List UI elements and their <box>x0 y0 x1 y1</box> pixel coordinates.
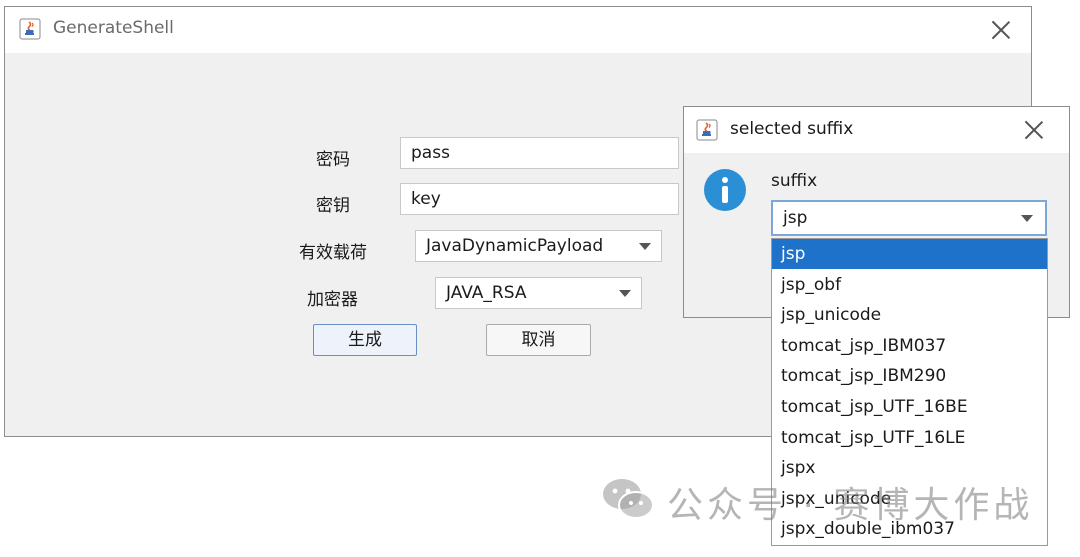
window-title: GenerateShell <box>53 18 174 38</box>
watermark-text: 公众号 · 赛博大作战 <box>667 485 1034 526</box>
java-app-icon <box>19 18 41 40</box>
close-icon[interactable] <box>991 20 1011 40</box>
close-icon[interactable] <box>1024 120 1044 140</box>
info-icon <box>704 169 746 211</box>
dialog-titlebar[interactable]: selected suffix <box>684 107 1069 153</box>
suffix-option[interactable]: tomcat_jsp_IBM290 <box>772 361 1047 391</box>
cancel-button[interactable]: 取消 <box>486 324 591 356</box>
suffix-label: suffix <box>771 171 818 191</box>
suffix-option[interactable]: tomcat_jsp_UTF_16LE <box>772 423 1047 453</box>
suffix-select[interactable]: jsp <box>771 200 1047 236</box>
generate-button[interactable]: 生成 <box>313 324 417 356</box>
payload-label: 有效载荷 <box>299 243 367 263</box>
suffix-option[interactable]: tomcat_jsp_UTF_16BE <box>772 392 1047 422</box>
suffix-select-value: jsp <box>783 208 808 228</box>
password-input[interactable] <box>400 137 679 169</box>
main-titlebar[interactable]: GenerateShell <box>5 7 1031 53</box>
suffix-option[interactable]: jsp_obf <box>772 270 1047 300</box>
key-input[interactable] <box>400 183 679 215</box>
suffix-option[interactable]: tomcat_jsp_IBM037 <box>772 331 1047 361</box>
payload-select-value: JavaDynamicPayload <box>426 236 604 256</box>
chevron-down-icon[interactable] <box>619 290 631 297</box>
payload-select[interactable]: JavaDynamicPayload <box>415 230 662 262</box>
cryption-select-value: JAVA_RSA <box>446 283 527 303</box>
dialog-title: selected suffix <box>730 119 854 139</box>
key-label: 密钥 <box>316 196 350 216</box>
chevron-down-icon[interactable] <box>639 243 651 250</box>
suffix-option[interactable]: jsp <box>772 239 1047 269</box>
cryption-label: 加密器 <box>307 290 358 310</box>
password-label: 密码 <box>316 150 350 170</box>
suffix-option[interactable]: jsp_unicode <box>772 300 1047 330</box>
java-app-icon <box>696 119 718 141</box>
wechat-icon <box>603 479 654 519</box>
cryption-select[interactable]: JAVA_RSA <box>435 277 642 309</box>
chevron-down-icon[interactable] <box>1021 215 1033 222</box>
